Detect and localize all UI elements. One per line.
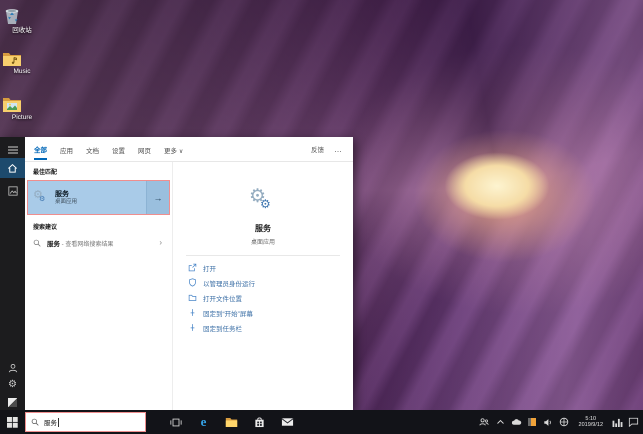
action-pin-to-taskbar[interactable]: 固定到任务栏 — [188, 320, 353, 335]
taskbar-search-box[interactable]: 服务 — [25, 412, 146, 432]
tab-apps[interactable]: 应用 — [60, 139, 73, 159]
gear-icon: ⚙ — [8, 380, 17, 390]
preview-actions: 打开 以管理员身份运行 — [173, 256, 353, 335]
search-panel-sidebar: ⚙ — [0, 137, 25, 410]
pin-icon — [188, 308, 197, 317]
people-icon[interactable] — [479, 416, 490, 428]
search-suggestions-header: 搜索建议 — [33, 222, 172, 231]
file-explorer-icon — [225, 417, 238, 428]
user-icon — [8, 363, 18, 373]
volume-icon[interactable] — [543, 416, 554, 428]
sidebar-item-home[interactable] — [0, 158, 25, 178]
search-icon — [33, 239, 41, 247]
tray-meter-icon[interactable] — [612, 416, 623, 428]
pin-icon — [188, 323, 197, 332]
action-open[interactable]: 打开 — [188, 260, 353, 275]
windows-logo-icon — [7, 417, 18, 428]
right-arrow-icon: → — [154, 193, 163, 203]
system-tray: 5:10 2019/9/12 — [479, 416, 643, 429]
tab-web[interactable]: 网页 — [138, 139, 151, 159]
services-gears-icon-large: ⚙⚙ — [249, 188, 277, 216]
onedrive-icon[interactable] — [511, 416, 522, 428]
preview-subtitle: 桌面应用 — [251, 237, 275, 246]
store-icon — [254, 416, 265, 428]
services-gears-icon: ⚙⚙ — [33, 189, 50, 206]
desktop-icon-picture[interactable]: Picture — [2, 96, 42, 122]
result-subtitle: 桌面应用 — [55, 199, 77, 206]
tab-all[interactable]: 全部 — [34, 138, 47, 160]
desktop-icon-recycle-bin[interactable]: 回收站 — [2, 5, 42, 35]
chevron-down-icon: ∨ — [179, 149, 183, 155]
open-icon — [188, 263, 197, 272]
taskbar: 服务 e — [0, 410, 643, 434]
music-folder-icon — [2, 51, 42, 67]
preview-title: 服务 — [255, 223, 271, 234]
taskbar-clock[interactable]: 5:10 2019/9/12 — [579, 416, 603, 429]
sidebar-item-app[interactable] — [0, 392, 25, 412]
search-results-list: 最佳匹配 ⚙⚙ 服务 桌面应用 → 搜索建议 — [25, 162, 172, 410]
result-preview-pane: ⚙⚙ 服务 桌面应用 打开 — [172, 162, 353, 410]
action-center-icon[interactable] — [628, 416, 639, 428]
app-icon — [8, 398, 17, 407]
search-icon — [31, 418, 39, 426]
tab-documents[interactable]: 文档 — [86, 139, 99, 159]
action-pin-to-start[interactable]: 固定到“开始”屏幕 — [188, 305, 353, 320]
suggestion-hint: 查看网络搜索结果 — [65, 242, 113, 248]
start-button[interactable] — [0, 410, 24, 434]
home-icon — [7, 163, 18, 174]
desktop-icon-label: Music — [14, 68, 31, 75]
ime-language-icon[interactable] — [559, 416, 570, 428]
hamburger-icon — [8, 146, 18, 154]
clock-date: 2019/9/12 — [579, 422, 603, 429]
taskbar-item-edge[interactable]: e — [196, 414, 211, 430]
search-input-value: 服务 — [44, 417, 57, 427]
admin-shield-icon — [188, 278, 197, 287]
task-view-icon — [170, 417, 182, 428]
web-search-suggestion[interactable]: 服务 - 查看网络搜索结果 › — [27, 234, 168, 251]
recycle-bin-icon — [2, 5, 42, 26]
tab-settings[interactable]: 设置 — [112, 139, 125, 159]
best-match-header: 最佳匹配 — [33, 167, 172, 176]
desktop-icon-label: Picture — [12, 114, 32, 121]
more-options-icon[interactable]: … — [334, 145, 343, 154]
search-panel-content: 全部 应用 文档 设置 网页 更多 ∨ 反馈 … 最佳匹配 — [25, 137, 353, 410]
suggestion-query: 服务 — [47, 241, 60, 248]
picture-folder-icon — [2, 96, 42, 113]
desktop-icon-label: 回收站 — [12, 27, 32, 34]
search-tabs-bar: 全部 应用 文档 设置 网页 更多 ∨ 反馈 … — [25, 137, 353, 162]
show-hidden-icons-chevron[interactable] — [495, 416, 506, 428]
search-flyout-panel: ⚙ 全部 应用 文档 设置 网页 更多 ∨ 反馈 … — [0, 137, 353, 410]
feedback-button[interactable]: 反馈 — [311, 144, 324, 154]
text-cursor — [58, 418, 59, 427]
expand-result-button[interactable]: → — [146, 181, 169, 214]
desktop-icon-music[interactable]: Music — [2, 51, 42, 76]
best-match-result-services[interactable]: ⚙⚙ 服务 桌面应用 → — [27, 180, 170, 215]
sidebar-item-screenshots[interactable] — [0, 181, 25, 201]
action-open-file-location[interactable]: 打开文件位置 — [188, 290, 353, 305]
taskbar-item-mail[interactable] — [280, 414, 295, 430]
tray-app-icon[interactable] — [527, 416, 538, 428]
taskbar-item-store[interactable] — [252, 414, 267, 430]
windows-desktop: 回收站 Music Picture — [0, 0, 643, 434]
mail-icon — [281, 417, 294, 427]
taskbar-item-file-explorer[interactable] — [224, 414, 239, 430]
edge-icon: e — [201, 414, 207, 430]
action-run-as-admin[interactable]: 以管理员身份运行 — [188, 275, 353, 290]
screenshots-icon — [8, 186, 18, 196]
tab-more[interactable]: 更多 ∨ — [164, 139, 183, 159]
folder-location-icon — [188, 293, 197, 302]
menu-button[interactable] — [0, 140, 25, 160]
suggestion-separator: - — [62, 242, 64, 248]
result-title: 服务 — [55, 190, 77, 199]
task-view-button[interactable] — [168, 414, 183, 430]
chevron-right-icon: › — [159, 238, 162, 247]
